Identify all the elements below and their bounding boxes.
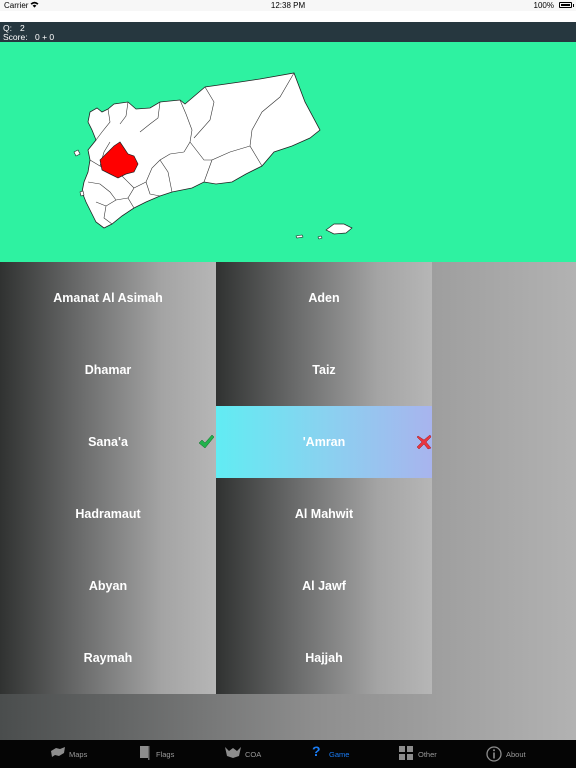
tab-label: Maps bbox=[69, 750, 88, 759]
answer-label: Hajjah bbox=[305, 651, 343, 665]
answer-label: Taiz bbox=[312, 363, 336, 377]
cross-icon bbox=[416, 434, 432, 450]
maps-icon bbox=[51, 747, 65, 757]
tab-bar: Maps Flags COA ? Game Other About bbox=[0, 740, 576, 768]
score-row: Score: 0 + 0 bbox=[3, 32, 54, 42]
tab-coa[interactable]: COA bbox=[192, 740, 288, 768]
tab-label: Flags bbox=[156, 750, 175, 759]
tab-flags[interactable]: Flags bbox=[96, 740, 192, 768]
answer-button-correct[interactable]: Sana'a bbox=[0, 406, 216, 478]
other-icon bbox=[399, 746, 413, 760]
status-bar: Carrier 12:38 PM 100% bbox=[0, 0, 576, 11]
answer-button[interactable]: Al Jawf bbox=[216, 550, 432, 622]
answer-button[interactable]: Dhamar bbox=[0, 334, 216, 406]
tab-about[interactable]: About bbox=[480, 740, 576, 768]
answer-label: Amanat Al Asimah bbox=[53, 291, 163, 305]
tab-other[interactable]: Other bbox=[384, 740, 480, 768]
tab-maps[interactable]: Maps bbox=[0, 740, 96, 768]
tab-label: COA bbox=[245, 750, 262, 759]
country-map bbox=[73, 72, 353, 240]
answer-label: Aden bbox=[308, 291, 340, 305]
answer-label: Hadramaut bbox=[75, 507, 141, 521]
answer-label: Al Mahwit bbox=[294, 507, 354, 521]
info-bar: Q: 2 Score: 0 + 0 bbox=[0, 22, 576, 42]
island-small bbox=[317, 235, 323, 240]
answer-label: Sana'a bbox=[88, 435, 128, 449]
battery-percent: 100% bbox=[533, 1, 554, 10]
battery-icon bbox=[559, 2, 572, 8]
answer-area: Amanat Al Asimah Dhamar Sana'a Hadramaut… bbox=[0, 262, 576, 740]
answer-button-wrong[interactable]: 'Amran bbox=[216, 406, 432, 478]
answer-button[interactable]: Amanat Al Asimah bbox=[0, 262, 216, 334]
score-label: Score: bbox=[3, 32, 28, 42]
answer-button[interactable]: Hajjah bbox=[216, 622, 432, 694]
tab-label: Other bbox=[418, 750, 437, 759]
island-socotra bbox=[325, 223, 353, 235]
answer-button[interactable]: Raymah bbox=[0, 622, 216, 694]
score-value: 0 + 0 bbox=[35, 32, 55, 42]
answer-label: Al Jawf bbox=[302, 579, 346, 593]
island-small bbox=[73, 149, 81, 157]
battery-tip bbox=[573, 4, 574, 7]
map-area bbox=[0, 42, 576, 262]
clock: 12:38 PM bbox=[270, 1, 306, 10]
coa-icon bbox=[225, 747, 241, 758]
tab-game[interactable]: ? Game bbox=[288, 740, 384, 768]
tab-label: About bbox=[506, 750, 526, 759]
answer-label: Raymah bbox=[83, 651, 133, 665]
checkmark-icon bbox=[198, 434, 214, 449]
answer-button[interactable]: Hadramaut bbox=[0, 478, 216, 550]
answer-label: Dhamar bbox=[84, 363, 132, 377]
about-icon bbox=[486, 746, 502, 762]
answer-button[interactable]: Al Mahwit bbox=[216, 478, 432, 550]
answer-button[interactable]: Taiz bbox=[216, 334, 432, 406]
answer-button[interactable]: Abyan bbox=[0, 550, 216, 622]
answer-label: 'Amran bbox=[302, 435, 346, 449]
island-small bbox=[79, 190, 85, 197]
island-small bbox=[295, 234, 304, 239]
answer-label: Abyan bbox=[88, 579, 128, 593]
tab-label: Game bbox=[329, 750, 350, 759]
answer-button[interactable]: Aden bbox=[216, 262, 432, 334]
flags-icon bbox=[140, 746, 150, 760]
nav-spacer bbox=[0, 11, 576, 22]
game-icon: ? bbox=[312, 743, 321, 759]
